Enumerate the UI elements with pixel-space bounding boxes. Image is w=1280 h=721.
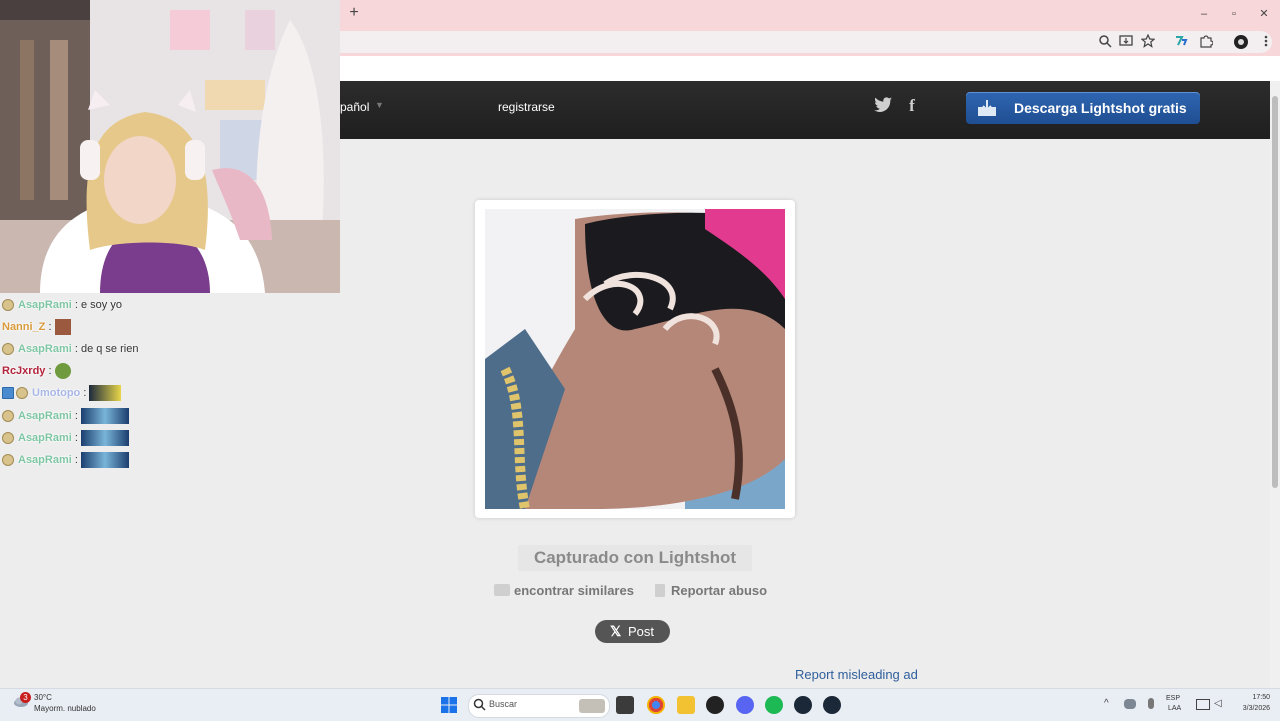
steam-icon[interactable] <box>823 696 841 714</box>
extension-icon[interactable] <box>1173 34 1189 50</box>
register-link[interactable]: registrarse <box>498 100 555 114</box>
find-similar-link[interactable]: encontrar similares <box>494 583 634 601</box>
search-placeholder: Buscar <box>489 699 518 709</box>
screenshot-card <box>475 200 795 518</box>
chat-message: AsapRami : <box>2 429 129 447</box>
weather-temperature[interactable]: 30°C <box>34 693 52 702</box>
download-label: Descarga Lightshot gratis <box>1014 100 1187 116</box>
chat-text: : de q se rien <box>74 343 139 355</box>
chat-username[interactable]: RcJxrdy <box>2 365 45 377</box>
badge-icon <box>2 410 14 423</box>
spotify-icon[interactable] <box>765 696 783 714</box>
camera-icon <box>494 584 510 596</box>
puzzle-icon[interactable] <box>1198 34 1214 50</box>
download-icon <box>976 99 998 117</box>
webcam-overlay <box>0 0 340 293</box>
report-misleading-ad-link[interactable]: Report misleading ad <box>795 667 918 682</box>
badge-icon <box>16 387 28 400</box>
new-tab-button[interactable]: + <box>346 5 362 21</box>
x-post-button[interactable]: 𝕏 Post <box>595 620 670 643</box>
discord-icon[interactable] <box>736 696 754 714</box>
report-abuse-label: Reportar abuso <box>671 583 768 598</box>
chevron-up-icon[interactable]: ^ <box>1104 698 1109 709</box>
profile-icon[interactable] <box>1233 34 1249 50</box>
weather-description[interactable]: Mayorm. nublado <box>34 704 96 713</box>
chat-text: : <box>48 365 52 377</box>
emote-yellow-icon <box>89 385 122 402</box>
monitor-icon[interactable] <box>1196 699 1210 710</box>
clock-date[interactable]: 3/3/2026 <box>1230 705 1270 712</box>
language-selector[interactable]: pañol <box>340 100 369 114</box>
chat-message: AsapRami : e soy yo <box>2 296 122 314</box>
twitter-icon[interactable] <box>873 96 893 116</box>
chat-username[interactable]: AsapRami <box>18 432 72 444</box>
chat-message: AsapRami : de q se rien <box>2 340 138 358</box>
badge-icon <box>2 432 14 445</box>
search-icon <box>473 698 486 716</box>
search-decoration-icon <box>579 699 605 713</box>
onedrive-icon[interactable] <box>1124 699 1136 709</box>
emote-banner-icon <box>80 452 129 469</box>
emote-banner-icon <box>80 408 129 425</box>
file-explorer-icon[interactable] <box>677 696 695 714</box>
emote-banner-icon <box>80 430 129 447</box>
chat-username[interactable]: Umotopo <box>32 387 80 399</box>
x-post-label: Post <box>628 624 655 639</box>
app-icon[interactable] <box>706 696 724 714</box>
report-abuse-link[interactable]: Reportar abuso <box>655 583 767 601</box>
chat-message: Umotopo : <box>2 384 122 402</box>
clipboard-icon <box>655 584 665 597</box>
weather-badge: 3 <box>20 692 31 703</box>
facebook-icon[interactable]: f <box>902 96 922 116</box>
scrollbar-thumb[interactable] <box>1272 96 1278 488</box>
screenshot-image[interactable] <box>485 209 785 509</box>
keyboard-language[interactable]: ESP <box>1166 695 1180 702</box>
restore-button[interactable]: ▫ <box>1226 6 1242 22</box>
badge-icon <box>2 299 14 312</box>
zoom-icon[interactable] <box>1097 34 1113 50</box>
badge-icon <box>2 343 14 356</box>
task-view-icon[interactable] <box>616 696 634 714</box>
chat-text: : <box>48 321 52 333</box>
chat-message: AsapRami : <box>2 451 129 469</box>
star-icon[interactable] <box>1140 33 1156 50</box>
chrome-icon[interactable] <box>647 696 665 714</box>
chat-text: : <box>74 410 78 422</box>
emote-brown-icon <box>54 319 71 336</box>
chat-username[interactable]: AsapRami <box>18 410 72 422</box>
volume-icon[interactable]: ◁ <box>1214 698 1222 709</box>
chat-message: AsapRami : <box>2 407 129 425</box>
chevron-down-icon: ▼ <box>375 100 384 110</box>
close-button[interactable]: ✕ <box>1256 6 1272 22</box>
chat-username[interactable]: AsapRami <box>18 454 72 466</box>
chat-username[interactable]: AsapRami <box>18 299 72 311</box>
chat-message: Nanni_Z : <box>2 318 71 336</box>
chat-text: : <box>74 454 78 466</box>
badge-icon <box>2 387 14 400</box>
chat-username[interactable]: Nanni_Z <box>2 321 45 333</box>
windows-start-icon[interactable] <box>440 696 458 714</box>
clock-time[interactable]: 17:50 <box>1240 694 1270 701</box>
captured-with-label: Capturado con Lightshot <box>518 545 752 571</box>
keyboard-layout[interactable]: LAA <box>1168 705 1181 712</box>
minimize-button[interactable]: – <box>1196 6 1212 22</box>
chat-username[interactable]: AsapRami <box>18 343 72 355</box>
find-similar-label: encontrar similares <box>514 583 634 598</box>
chat-text: : <box>83 387 87 399</box>
badge-icon <box>2 454 14 467</box>
menu-icon[interactable] <box>1258 34 1274 50</box>
taskbar <box>0 688 1280 721</box>
install-icon[interactable] <box>1118 34 1134 50</box>
steam-icon[interactable] <box>794 696 812 714</box>
chat-text: : e soy yo <box>74 299 122 311</box>
microphone-icon[interactable] <box>1148 698 1154 709</box>
x-logo-icon: 𝕏 <box>610 623 622 639</box>
chat-text: : <box>74 432 78 444</box>
download-lightshot-button[interactable]: Descarga Lightshot gratis <box>966 92 1200 124</box>
chat-message: RcJxrdy : <box>2 362 71 380</box>
emote-frog-icon <box>54 363 71 380</box>
